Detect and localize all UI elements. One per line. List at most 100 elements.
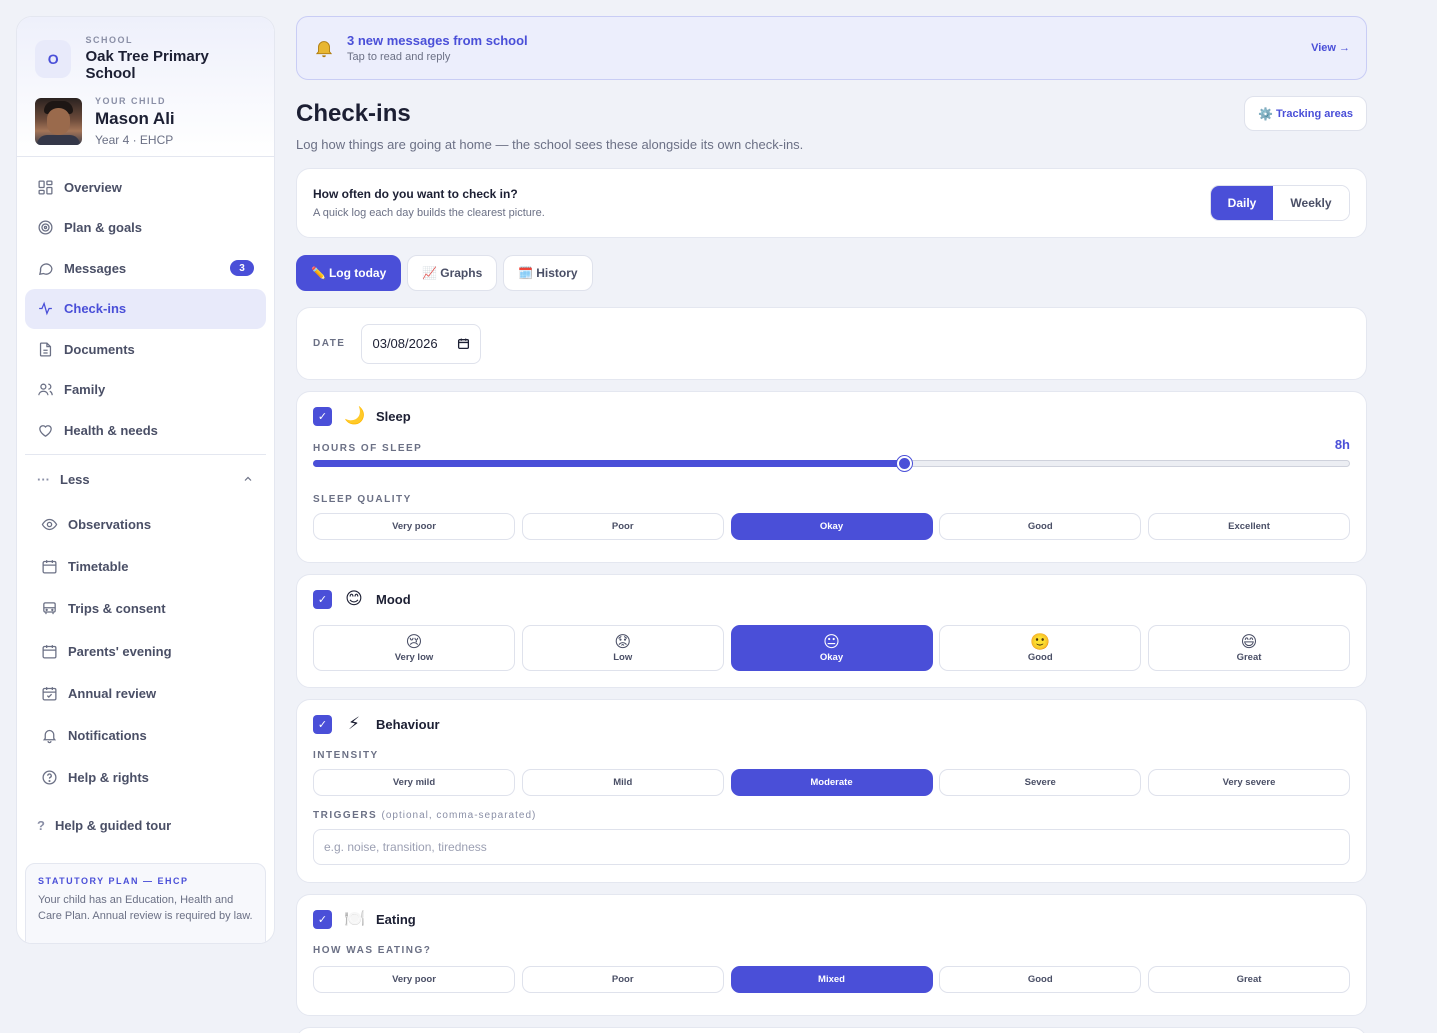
intensity-option[interactable]: Very mild [313, 769, 515, 796]
sidebar-item-notifications[interactable]: Notifications [25, 714, 266, 756]
sidebar-item-label: Messages [64, 260, 127, 276]
pencil-icon: ✏️ [311, 266, 326, 280]
sleep-quality-option[interactable]: Very poor [313, 513, 515, 540]
help-guided-tour-link[interactable]: ? Help & guided tour [25, 801, 266, 849]
eating-checkbox[interactable]: ✓ [313, 909, 332, 929]
mood-checkbox[interactable]: ✓ [313, 589, 332, 609]
more-dots-icon: ··· [37, 471, 50, 487]
mood-option[interactable]: 😐 Okay [730, 625, 933, 671]
behaviour-title: Behaviour [376, 716, 440, 732]
bus-icon [43, 602, 56, 615]
sleep-quality-options: Very poor Poor Okay Good Excellent [313, 513, 1350, 540]
date-card: DATE 03/08/2026 [296, 307, 1367, 380]
sidebar-item-label: Trips & consent [68, 601, 166, 617]
sidebar-item-help-rights[interactable]: Help & rights [25, 757, 266, 799]
school-badge: O [35, 39, 72, 78]
triggers-placeholder: e.g. noise, transition, tiredness [324, 840, 487, 854]
question-mark-icon: ? [37, 817, 45, 833]
tab-graphs[interactable]: 📈 Graphs [407, 255, 498, 291]
intensity-options: Very mild Mild Moderate Severe Very seve… [313, 769, 1350, 796]
sleep-section: ✓ 🌙 Sleep HOURS OF SLEEP 8h SLEEP QUALIT… [296, 391, 1367, 563]
triggers-input[interactable]: e.g. noise, transition, tiredness [313, 829, 1350, 865]
child-caption: YOUR CHILD [95, 96, 166, 106]
sidebar-item-observations[interactable]: Observations [25, 503, 266, 545]
slider-fill [313, 460, 905, 467]
sidebar-item-overview[interactable]: Overview [25, 167, 266, 207]
calendar-icon [458, 338, 470, 350]
sleep-quality-option[interactable]: Poor [521, 513, 724, 540]
sleep-quality-option[interactable]: Excellent [1148, 513, 1350, 540]
behaviour-checkbox[interactable]: ✓ [313, 714, 332, 734]
frequency-subtitle: A quick log each day builds the clearest… [313, 207, 545, 219]
sleep-checkbox[interactable]: ✓ [313, 406, 332, 426]
eating-question: HOW WAS EATING? [313, 945, 432, 956]
school-switcher[interactable]: O SCHOOL Oak Tree Primary School [35, 35, 256, 82]
next-section-edge [296, 1027, 1367, 1033]
date-input[interactable]: 03/08/2026 [361, 323, 482, 364]
ehcp-body: Your child has an Education, Health and … [38, 894, 253, 923]
child-switcher[interactable]: YOUR CHILD Mason Ali Year 4 · EHCP [35, 96, 256, 147]
sidebar-item-plan-goals[interactable]: Plan & goals [25, 208, 266, 248]
sidebar-item-parents-evening[interactable]: Parents' evening [25, 630, 266, 672]
weekly-option[interactable]: Weekly [1273, 186, 1349, 220]
sidebar-item-annual-review[interactable]: Annual review [25, 672, 266, 714]
page-title: Check-ins [296, 100, 411, 127]
sidebar-item-timetable[interactable]: Timetable [25, 545, 266, 587]
sidebar-item-health-needs[interactable]: Health & needs [25, 410, 266, 450]
less-label: Less [60, 471, 90, 487]
view-tabs: ✏️ Log today 📈 Graphs 🗓️ History [296, 255, 1367, 291]
triggers-label-text: TRIGGERS [313, 810, 378, 821]
page-subtitle: Log how things are going at home — the s… [296, 137, 804, 152]
sidebar-item-trips-consent[interactable]: Trips & consent [25, 588, 266, 630]
eating-section: ✓ 🍽️ Eating HOW WAS EATING? Very poor Po… [296, 894, 1367, 1016]
sleep-quality-option[interactable]: Good [939, 513, 1142, 540]
sidebar-item-label: Overview [64, 179, 122, 195]
school-caption: SCHOOL [85, 35, 133, 45]
sidebar-header: O SCHOOL Oak Tree Primary School YOUR CH… [17, 17, 274, 157]
intensity-option[interactable]: Very severe [1148, 769, 1350, 796]
bell-icon [315, 41, 333, 58]
eating-title: Eating [376, 911, 416, 927]
eating-option[interactable]: Very poor [313, 966, 515, 993]
ehcp-info-box: STATUTORY PLAN — EHCP Your child has an … [25, 863, 266, 943]
daily-option[interactable]: Daily [1211, 186, 1273, 220]
intensity-option[interactable]: Severe [939, 769, 1142, 796]
eating-option[interactable]: Great [1148, 966, 1350, 993]
eating-option[interactable]: Good [939, 966, 1142, 993]
intensity-option[interactable]: Mild [521, 769, 724, 796]
bell-icon [42, 730, 57, 744]
eating-option[interactable]: Mixed [730, 966, 933, 993]
sidebar-item-documents[interactable]: Documents [25, 329, 266, 369]
mood-option[interactable]: 🙂 Good [939, 625, 1142, 671]
child-name: Mason Ali [95, 109, 175, 128]
eating-option[interactable]: Poor [521, 966, 724, 993]
messages-banner[interactable]: 3 new messages from school Tap to read a… [296, 16, 1367, 80]
nav-less-toggle[interactable]: ··· Less [25, 455, 266, 503]
triggers-hint: (optional, comma-separated) [381, 810, 537, 821]
sidebar-item-check-ins[interactable]: Check-ins [25, 288, 266, 329]
sidebar-item-label: Observations [68, 516, 152, 532]
intensity-label: INTENSITY [313, 750, 379, 761]
sidebar-item-messages[interactable]: Messages 3 [25, 248, 266, 288]
tab-history[interactable]: 🗓️ History [503, 255, 593, 291]
sleep-title: Sleep [376, 408, 411, 424]
pulse-icon [39, 301, 52, 316]
calendar-icon [42, 644, 57, 659]
intensity-option[interactable]: Moderate [730, 769, 933, 796]
mood-option[interactable]: 😄 Great [1148, 625, 1350, 671]
sidebar-item-family[interactable]: Family [25, 370, 266, 410]
triggers-label: TRIGGERS (optional, comma-separated) [313, 810, 1350, 821]
view-messages-link[interactable]: View → [1311, 42, 1350, 54]
mood-option[interactable]: 😢 Very low [313, 625, 515, 671]
hours-of-sleep-slider[interactable]: HOURS OF SLEEP 8h [313, 437, 1350, 482]
tab-log-today[interactable]: ✏️ Log today [296, 255, 402, 291]
tracking-areas-button[interactable]: ⚙️ Tracking areas [1243, 96, 1367, 131]
sleep-quality-label: SLEEP QUALITY [313, 494, 412, 505]
sleep-quality-option[interactable]: Okay [730, 513, 933, 540]
hours-of-sleep-label: HOURS OF SLEEP [313, 443, 423, 454]
mood-option[interactable]: 😟 Low [521, 625, 724, 671]
slight-smile-face-icon: 🙂 [1030, 633, 1051, 651]
moon-icon: 🌙 [344, 406, 366, 425]
slider-handle[interactable] [897, 456, 913, 471]
mood-option-label: Okay [819, 651, 844, 663]
